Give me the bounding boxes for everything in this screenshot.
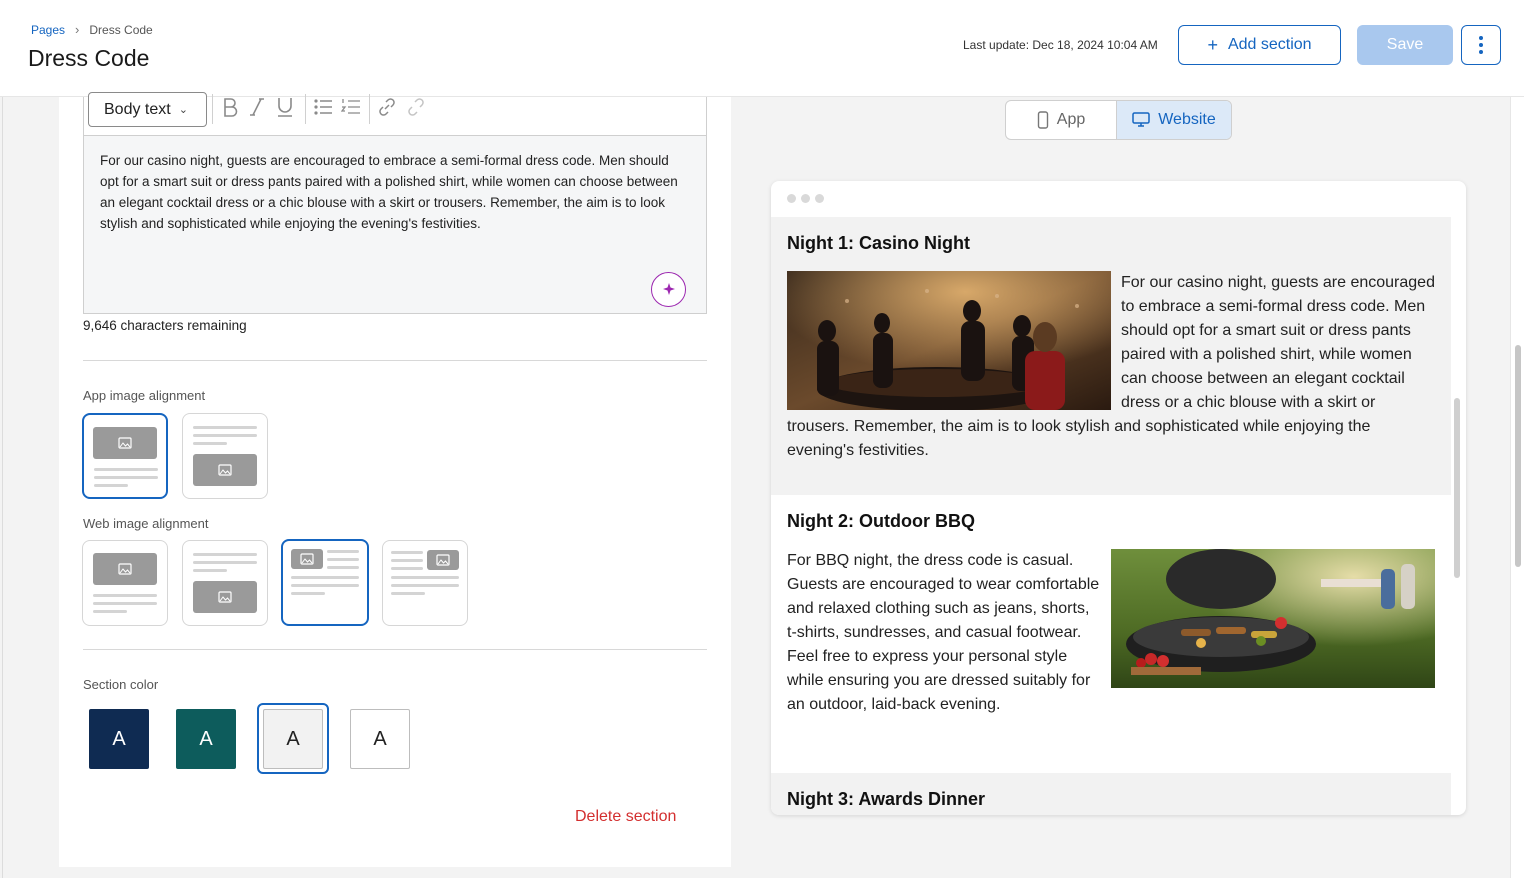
- preview-section-casino: Night 1: Casino Night For our casino nig…: [771, 217, 1451, 495]
- web-align-image-bottom[interactable]: [182, 540, 268, 626]
- website-preview: Night 1: Casino Night For our casino nig…: [771, 181, 1466, 815]
- add-section-button[interactable]: + Add section: [1178, 25, 1341, 65]
- image-icon: [427, 550, 459, 570]
- page-title: Dress Code: [28, 45, 150, 71]
- web-align-image-right[interactable]: [382, 540, 468, 626]
- kebab-dot-icon: [1479, 36, 1483, 40]
- preview-section-body: For BBQ night, the dress code is casual.…: [787, 552, 1100, 713]
- divider: [83, 649, 707, 650]
- rich-text-editor[interactable]: For our casino night, guests are encoura…: [83, 135, 707, 314]
- last-update-text: Last update: Dec 18, 2024 10:04 AM: [963, 38, 1158, 52]
- page-header: Pages › Dress Code Dress Code Last updat…: [0, 0, 1524, 97]
- color-swatch-navy[interactable]: A: [89, 709, 149, 769]
- monitor-icon: [1132, 112, 1150, 127]
- image-icon: [193, 581, 257, 613]
- preview-section-body: For our casino night, guests are encoura…: [787, 274, 1435, 459]
- preview-section-title: Night 3: Awards Dinner: [787, 789, 986, 809]
- window-dots: [787, 194, 824, 203]
- chevron-down-icon: ⌄: [178, 104, 188, 116]
- app-toggle-button[interactable]: App: [1006, 101, 1117, 139]
- window-dot-icon: [787, 194, 796, 203]
- save-button[interactable]: Save: [1357, 25, 1453, 65]
- italic-icon[interactable]: [247, 95, 267, 119]
- underline-icon[interactable]: [275, 95, 295, 119]
- breadcrumb: Pages › Dress Code: [31, 22, 153, 37]
- bbq-photo: [1111, 549, 1435, 688]
- toolbar-divider: [305, 94, 306, 124]
- image-icon: [291, 549, 323, 569]
- text-style-select[interactable]: Body text ⌄: [88, 92, 207, 127]
- color-swatch-light-gray[interactable]: A: [263, 709, 323, 769]
- website-toggle-label: Website: [1158, 111, 1216, 128]
- unlink-icon[interactable]: [405, 95, 427, 119]
- toolbar-divider: [369, 94, 370, 124]
- app-toggle-label: App: [1056, 111, 1086, 128]
- breadcrumb-pages-link[interactable]: Pages: [31, 23, 65, 37]
- plus-icon: +: [1207, 35, 1218, 55]
- text-style-value: Body text: [104, 100, 171, 118]
- kebab-dot-icon: [1479, 43, 1483, 47]
- preview-section-title: Night 2: Outdoor BBQ: [787, 511, 975, 531]
- image-icon: [193, 454, 257, 486]
- app-align-image-top[interactable]: [82, 413, 168, 499]
- image-icon: [93, 427, 157, 459]
- color-swatch-teal[interactable]: A: [176, 709, 236, 769]
- web-align-image-left[interactable]: [281, 539, 369, 626]
- web-image-alignment-label: Web image alignment: [83, 516, 209, 531]
- image-icon: [93, 553, 157, 585]
- website-toggle-button[interactable]: Website: [1117, 101, 1231, 139]
- window-dot-icon: [801, 194, 810, 203]
- delete-section-link[interactable]: Delete section: [575, 808, 676, 826]
- chevron-right-icon: ›: [75, 22, 80, 37]
- preview-section-title: Night 1: Casino Night: [787, 233, 970, 253]
- section-color-label: Section color: [83, 677, 159, 692]
- preview-section-awards: Night 3: Awards Dinner: [771, 773, 1451, 815]
- color-swatch-white[interactable]: A: [350, 709, 410, 769]
- numbered-list-icon[interactable]: [340, 95, 362, 119]
- link-icon[interactable]: [376, 95, 398, 119]
- add-section-label: Add section: [1227, 36, 1312, 53]
- kebab-dot-icon: [1479, 50, 1483, 54]
- window-dot-icon: [815, 194, 824, 203]
- left-border: [2, 97, 3, 878]
- app-image-alignment-label: App image alignment: [83, 388, 206, 403]
- bullet-list-icon[interactable]: [312, 95, 334, 119]
- phone-icon: [1037, 111, 1048, 129]
- more-options-button[interactable]: [1461, 25, 1501, 65]
- characters-remaining: 9,646 characters remaining: [83, 318, 247, 333]
- web-align-image-top[interactable]: [82, 540, 168, 626]
- breadcrumb-current: Dress Code: [89, 22, 153, 37]
- page-scrollbar[interactable]: [1515, 345, 1521, 567]
- bold-icon[interactable]: [220, 95, 240, 119]
- device-toggle: App Website: [1005, 100, 1232, 140]
- divider: [83, 360, 707, 361]
- toolbar-divider: [212, 94, 213, 124]
- app-align-image-bottom[interactable]: [182, 413, 268, 499]
- preview-section-bbq: Night 2: Outdoor BBQ For BBQ night, the …: [771, 495, 1451, 773]
- ai-sparkle-icon[interactable]: [651, 272, 686, 307]
- preview-scrollbar[interactable]: [1454, 398, 1460, 578]
